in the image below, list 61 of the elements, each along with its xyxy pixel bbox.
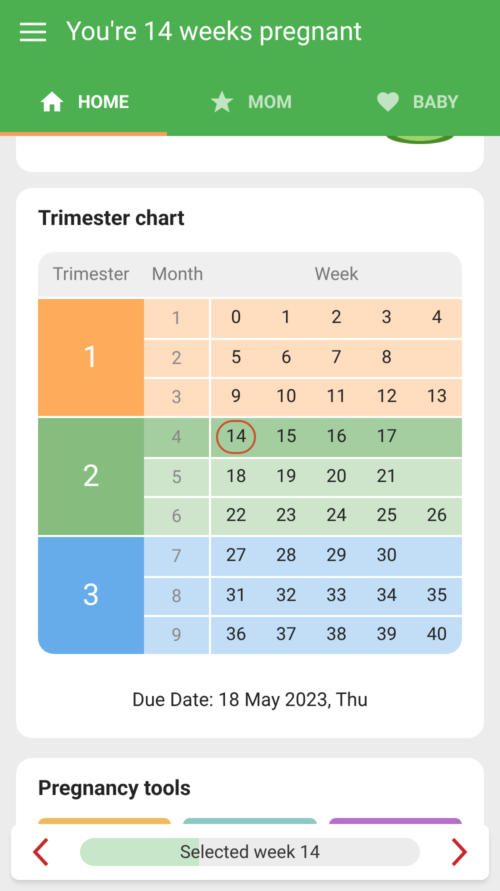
week-cell[interactable]: 21 xyxy=(366,460,407,494)
week-cell[interactable]: 14 xyxy=(216,420,256,454)
menu-icon[interactable] xyxy=(20,22,46,42)
column-header: Month xyxy=(150,262,204,286)
week-cell[interactable]: 13 xyxy=(416,380,458,414)
week-cell[interactable]: 17 xyxy=(366,420,407,454)
week-cell[interactable]: 1 xyxy=(271,301,302,335)
chevron-right-icon[interactable] xyxy=(449,837,469,867)
chevron-left-icon[interactable] xyxy=(31,837,51,867)
week-cell[interactable]: 40 xyxy=(416,618,458,652)
week-cell[interactable]: 24 xyxy=(316,499,357,533)
month-cell: 6 xyxy=(144,498,211,534)
week-cell[interactable]: 4 xyxy=(422,301,452,335)
week-cell[interactable]: 34 xyxy=(366,579,407,613)
week-cell[interactable]: 39 xyxy=(366,618,407,652)
week-cell[interactable]: 11 xyxy=(316,380,357,414)
trimester-cell: 2 xyxy=(38,418,144,534)
week-cell[interactable]: 5 xyxy=(221,341,252,375)
week-cell[interactable]: 8 xyxy=(372,341,402,375)
card-title: Trimester chart xyxy=(38,206,186,233)
week-cell[interactable]: 28 xyxy=(266,539,306,573)
app-title: You're 14 weeks pregnant xyxy=(66,16,362,48)
month-cell: 3 xyxy=(144,378,211,416)
week-cell[interactable]: 6 xyxy=(271,341,302,375)
week-cell[interactable]: 19 xyxy=(266,460,306,494)
week-cell[interactable]: 16 xyxy=(316,420,357,454)
week-cell[interactable]: 30 xyxy=(366,539,407,573)
week-cell[interactable]: 23 xyxy=(266,499,306,533)
month-cell: 9 xyxy=(144,616,211,654)
week-cell[interactable]: 35 xyxy=(416,579,458,613)
week-cell[interactable]: 0 xyxy=(221,301,252,335)
week-cell[interactable]: 37 xyxy=(266,618,306,652)
week-cell[interactable]: 15 xyxy=(266,420,306,454)
week-cell[interactable]: 3 xyxy=(372,301,402,335)
column-header: Trimester xyxy=(52,262,130,286)
due-date: Due Date: 18 May 2023, Thu xyxy=(131,686,369,712)
week-cell[interactable]: 18 xyxy=(216,460,256,494)
week-cell[interactable]: 26 xyxy=(416,499,458,533)
week-cell[interactable]: 33 xyxy=(316,579,357,613)
progress-label: Selected week 14 xyxy=(178,840,322,864)
card-title: Pregnancy tools xyxy=(38,776,192,803)
week-cell[interactable]: 36 xyxy=(216,618,256,652)
week-cell[interactable]: 2 xyxy=(321,301,352,335)
tool-tile[interactable] xyxy=(38,818,172,824)
trimester-cell: 1 xyxy=(38,298,144,416)
column-header: Week xyxy=(314,262,360,286)
week-cell[interactable]: 9 xyxy=(221,380,252,414)
week-cell[interactable]: 29 xyxy=(316,539,357,573)
week-cell[interactable]: 32 xyxy=(266,579,306,613)
week-cell[interactable]: 12 xyxy=(366,380,407,414)
tool-tile[interactable] xyxy=(183,818,317,824)
tool-tile[interactable] xyxy=(328,818,462,824)
week-cell[interactable]: 20 xyxy=(316,460,357,494)
week-cell[interactable]: 7 xyxy=(321,341,352,375)
trimester-cell: 3 xyxy=(38,536,144,654)
week-cell[interactable]: 10 xyxy=(266,380,306,414)
week-cell[interactable]: 31 xyxy=(216,579,256,613)
week-cell[interactable]: 38 xyxy=(316,618,357,652)
week-cell[interactable]: 25 xyxy=(366,499,407,533)
week-cell[interactable]: 27 xyxy=(216,539,256,573)
week-cell[interactable]: 22 xyxy=(216,499,256,533)
